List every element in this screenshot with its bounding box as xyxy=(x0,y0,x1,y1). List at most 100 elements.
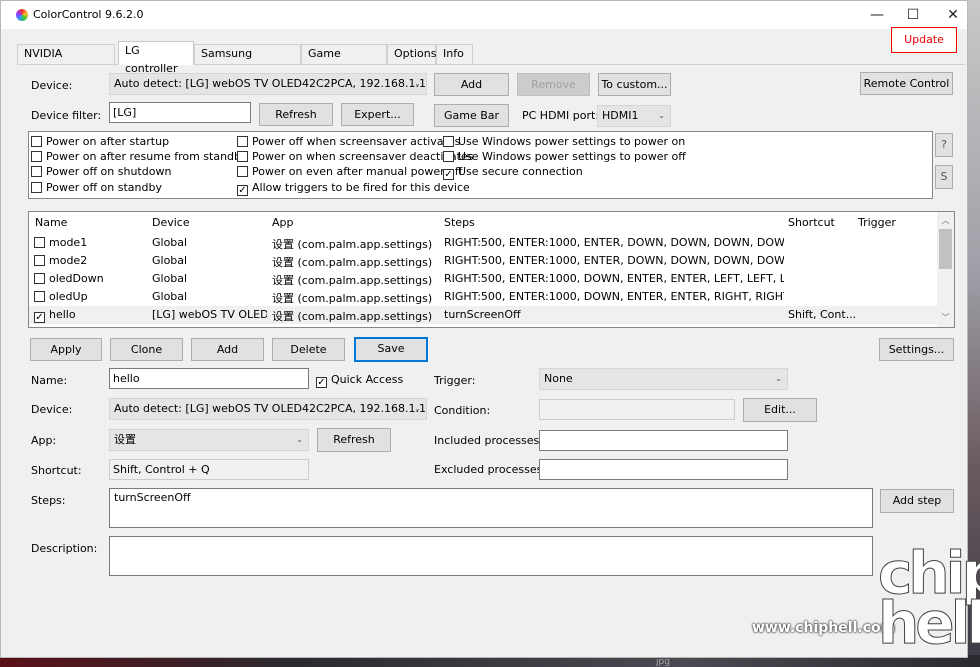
row-checkbox[interactable] xyxy=(34,254,49,268)
checkbox[interactable] xyxy=(31,182,42,193)
excluded-processes-input[interactable] xyxy=(539,459,788,480)
game-bar-button[interactable]: Game Bar xyxy=(434,104,509,127)
row-checkbox[interactable] xyxy=(34,290,49,304)
app-window: ColorControl 9.6.2.0 — ☐ ✕ NVIDIA contro… xyxy=(0,0,968,658)
add-preset-button[interactable]: Add xyxy=(191,338,264,361)
shortcut-input[interactable]: Shift, Control + Q xyxy=(109,459,309,480)
trigger-value: None xyxy=(544,372,573,385)
steps-label: Steps: xyxy=(31,494,66,507)
trigger-select[interactable]: None ⌄ xyxy=(539,368,788,390)
checkbox-checked[interactable]: ✓ xyxy=(443,169,454,180)
list-row[interactable]: oledUp Global 设置 (com.palm.app.settings)… xyxy=(29,288,937,306)
tab-options[interactable]: Options xyxy=(387,44,436,64)
add-device-button[interactable]: Add xyxy=(434,73,509,96)
column-header-steps[interactable]: Steps xyxy=(444,216,475,229)
option-windows-power-on[interactable]: Use Windows power settings to power on xyxy=(443,135,685,149)
option-secure-connection[interactable]: ✓ Use secure connection xyxy=(443,165,583,180)
remote-control-button[interactable]: Remote Control xyxy=(860,72,953,95)
checkbox[interactable] xyxy=(31,166,42,177)
checkbox[interactable] xyxy=(31,136,42,147)
presets-list[interactable]: Name Device App Steps Shortcut Trigger m… xyxy=(28,211,955,328)
list-scrollbar[interactable]: ︿ ﹀ xyxy=(937,212,954,327)
condition-input[interactable] xyxy=(539,399,735,420)
s-button[interactable]: S xyxy=(935,165,953,189)
add-step-button[interactable]: Add step xyxy=(880,489,954,513)
option-power-on-manual[interactable]: Power on even after manual power off xyxy=(237,165,462,179)
expert-button[interactable]: Expert... xyxy=(341,103,414,126)
row-name: mode2 xyxy=(49,254,88,267)
column-header-trigger[interactable]: Trigger xyxy=(858,216,896,229)
included-processes-input[interactable] xyxy=(539,430,788,451)
remove-device-button[interactable]: Remove xyxy=(517,73,590,96)
scroll-up-icon[interactable]: ︿ xyxy=(937,215,954,226)
checkbox[interactable] xyxy=(31,151,42,162)
tab-nvidia-controller[interactable]: NVIDIA controller xyxy=(17,44,115,78)
steps-textarea[interactable]: turnScreenOff xyxy=(109,488,873,528)
quick-access-checkbox[interactable]: ✓ Quick Access xyxy=(316,373,404,388)
row-device: [LG] webOS TV OLED... xyxy=(152,308,267,321)
row-steps: RIGHT:500, ENTER:1000, DOWN, ENTER, ENTE… xyxy=(444,290,784,303)
tab-info[interactable]: Info xyxy=(436,44,473,64)
app-select[interactable]: 设置 ⌄ xyxy=(109,429,309,451)
clone-button[interactable]: Clone xyxy=(110,338,183,361)
hdmi-port-select[interactable]: HDMI1 ⌄ xyxy=(597,105,671,127)
settings-button[interactable]: Settings... xyxy=(879,338,954,361)
save-button[interactable]: Save xyxy=(354,337,428,362)
checkbox-checked[interactable]: ✓ xyxy=(316,377,327,388)
checkbox-checked[interactable]: ✓ xyxy=(237,185,248,196)
tab-lg-controller[interactable]: LG controller xyxy=(118,41,194,75)
name-label: Name: xyxy=(31,374,68,387)
quick-access-label: Quick Access xyxy=(331,373,404,386)
tab-samsung-controller[interactable]: Samsung controller xyxy=(194,44,301,78)
device-filter-input[interactable]: [LG] xyxy=(109,102,251,123)
apply-button[interactable]: Apply xyxy=(30,338,102,361)
refresh-devices-button[interactable]: Refresh xyxy=(259,103,333,126)
description-label: Description: xyxy=(31,542,98,555)
column-header-name[interactable]: Name xyxy=(35,216,67,229)
form-device-select[interactable]: Auto detect: [LG] webOS TV OLED42C2PCA, … xyxy=(109,398,427,420)
option-power-off-standby[interactable]: Power off on standby xyxy=(31,181,162,195)
option-windows-power-off[interactable]: Use Windows power settings to power off xyxy=(443,150,686,164)
option-label: Use secure connection xyxy=(458,165,583,178)
row-steps: RIGHT:500, ENTER:1000, ENTER, DOWN, DOWN… xyxy=(444,236,784,249)
maximize-button[interactable]: ☐ xyxy=(893,1,933,29)
scroll-down-icon[interactable]: ﹀ xyxy=(937,312,954,323)
edit-condition-button[interactable]: Edit... xyxy=(743,398,817,422)
minimize-button[interactable]: — xyxy=(857,1,897,29)
scrollbar-thumb[interactable] xyxy=(939,229,952,269)
row-checkbox[interactable] xyxy=(34,236,49,250)
list-row[interactable]: mode1 Global 设置 (com.palm.app.settings) … xyxy=(29,234,937,252)
row-steps: RIGHT:500, ENTER:1000, ENTER, DOWN, DOWN… xyxy=(444,254,784,267)
row-name: hello xyxy=(49,308,76,321)
checkbox[interactable] xyxy=(237,136,248,147)
description-textarea[interactable] xyxy=(109,536,873,576)
option-power-on-screensaver[interactable]: Power on when screensaver deactivates xyxy=(237,150,473,164)
row-checkbox[interactable] xyxy=(34,272,49,286)
option-power-off-shutdown[interactable]: Power off on shutdown xyxy=(31,165,171,179)
option-allow-triggers[interactable]: ✓ Allow triggers to be fired for this dev… xyxy=(237,181,470,196)
option-power-on-startup[interactable]: Power on after startup xyxy=(31,135,169,149)
refresh-apps-button[interactable]: Refresh xyxy=(317,428,391,452)
condition-label: Condition: xyxy=(434,404,491,417)
checkbox[interactable] xyxy=(443,151,454,162)
delete-button[interactable]: Delete xyxy=(272,338,345,361)
list-row[interactable]: mode2 Global 设置 (com.palm.app.settings) … xyxy=(29,252,937,270)
checkbox[interactable] xyxy=(443,136,454,147)
close-button[interactable]: ✕ xyxy=(933,1,973,29)
list-row[interactable]: oledDown Global 设置 (com.palm.app.setting… xyxy=(29,270,937,288)
column-header-app[interactable]: App xyxy=(272,216,294,229)
option-label: Use Windows power settings to power off xyxy=(458,150,686,163)
list-row-selected[interactable]: ✓ hello [LG] webOS TV OLED... 设置 (com.pa… xyxy=(29,306,937,324)
to-custom-button[interactable]: To custom... xyxy=(598,73,671,96)
tab-game-launcher[interactable]: Game launcher xyxy=(301,44,387,78)
update-button[interactable]: Update xyxy=(891,27,957,53)
name-input[interactable]: hello xyxy=(109,368,309,389)
option-power-on-resume[interactable]: Power on after resume from standby xyxy=(31,150,248,164)
checkbox[interactable] xyxy=(237,166,248,177)
column-header-shortcut[interactable]: Shortcut xyxy=(788,216,835,229)
option-power-off-screensaver[interactable]: Power off when screensaver activates xyxy=(237,135,460,149)
row-checkbox-checked[interactable]: ✓ xyxy=(34,308,49,323)
help-button[interactable]: ? xyxy=(935,133,953,157)
checkbox[interactable] xyxy=(237,151,248,162)
column-header-device[interactable]: Device xyxy=(152,216,190,229)
